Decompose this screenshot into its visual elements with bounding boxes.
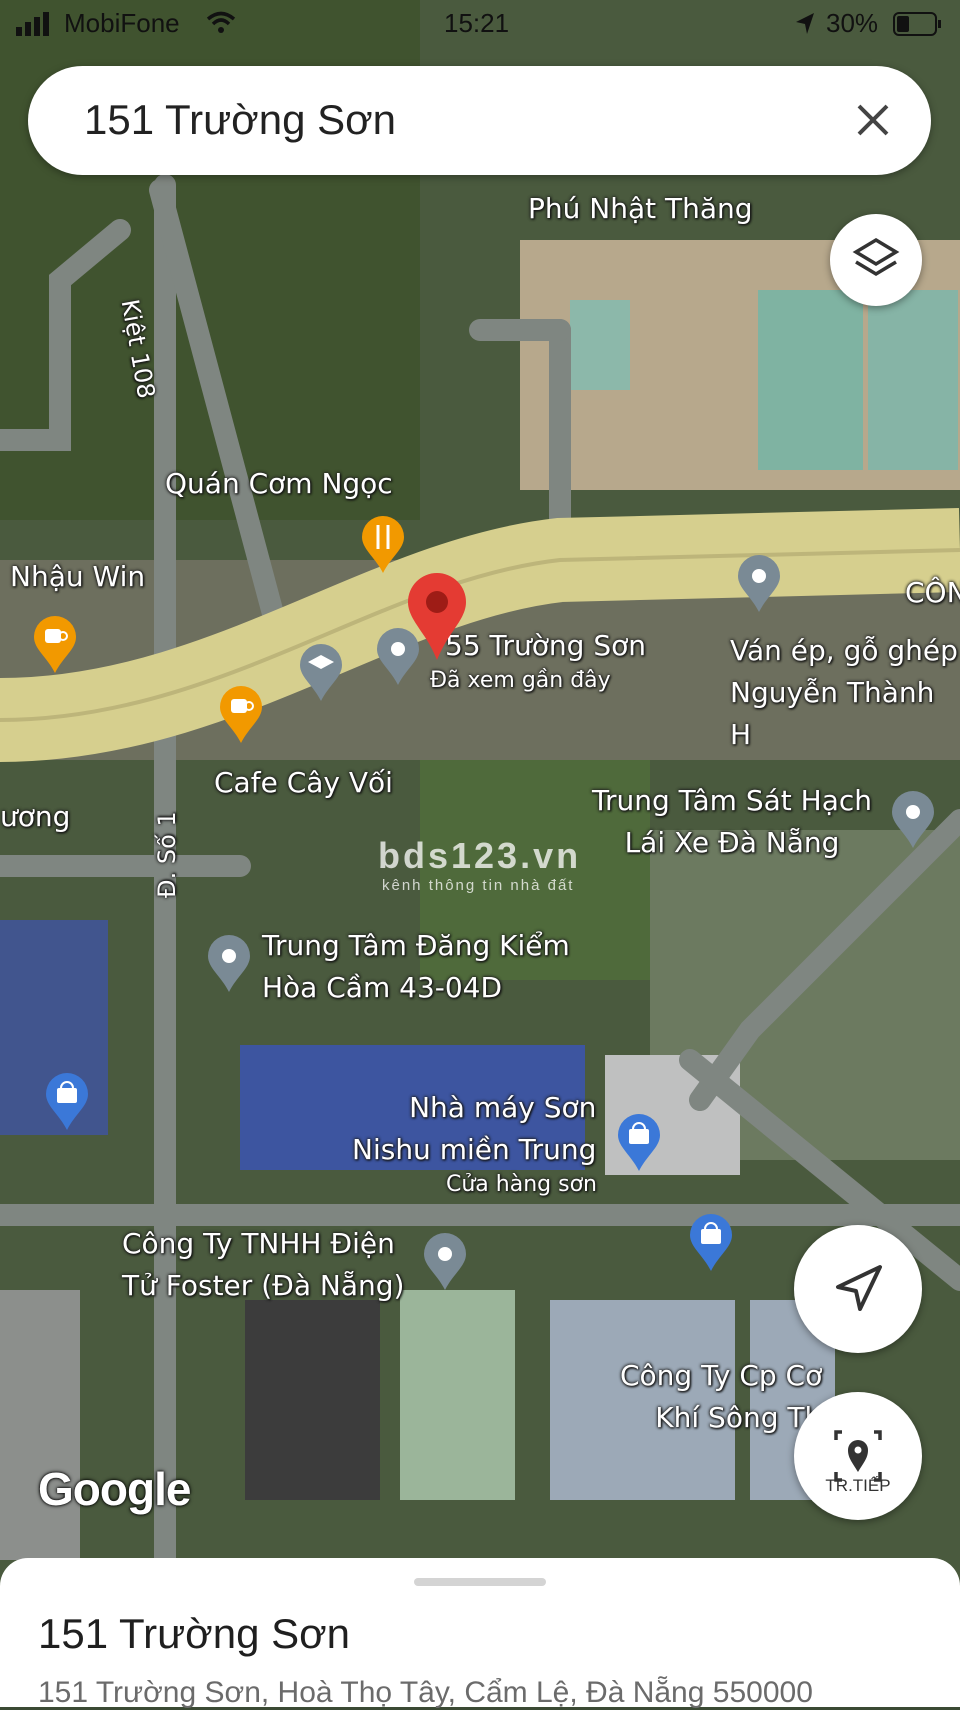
watermark: bds123.vn kênh thông tin nhà đất xyxy=(378,835,581,894)
place-address: 151 Trường Sơn, Hoà Thọ Tây, Cẩm Lệ, Đà … xyxy=(38,1676,813,1709)
tracking-button[interactable]: TR.TIẾP xyxy=(794,1392,922,1520)
battery-percent: 30% xyxy=(826,8,879,38)
label-foster[interactable]: Công Ty TNHH Điện Tử Foster (Đà Nẵng) xyxy=(122,1223,404,1307)
label-cafe-cay-voi[interactable]: Cafe Cây Vối xyxy=(214,762,393,804)
close-icon[interactable] xyxy=(845,92,901,148)
place-pin-icon[interactable] xyxy=(206,934,252,994)
watermark-title: bds123.vn xyxy=(378,835,582,876)
school-pin-icon[interactable] xyxy=(298,643,344,703)
carrier-name: MobiFone xyxy=(64,8,180,38)
signal-icon xyxy=(16,12,54,43)
shopping-pin-icon[interactable] xyxy=(616,1113,662,1173)
wifi-icon xyxy=(206,10,236,41)
status-bar: MobiFone 15:21 30% xyxy=(0,0,960,50)
shopping-pin-icon[interactable] xyxy=(688,1213,734,1273)
layers-button[interactable] xyxy=(830,214,922,306)
restaurant-pin-icon[interactable] xyxy=(360,515,406,575)
cafe-pin-icon[interactable] xyxy=(218,685,264,745)
place-pin-icon[interactable] xyxy=(736,554,782,614)
google-logo: Google xyxy=(38,1463,191,1515)
navigation-arrow-icon xyxy=(836,1265,882,1311)
label-cua-hang-son: Cửa hàng sơn xyxy=(446,1172,597,1197)
label-55-truong-son[interactable]: 55 Trường Sơn xyxy=(445,625,646,667)
shopping-pin-icon[interactable] xyxy=(44,1072,90,1132)
place-title: 151 Trường Sơn xyxy=(38,1610,351,1657)
label-recently-viewed: Đã xem gần đây xyxy=(430,668,611,693)
label-uong[interactable]: ương xyxy=(0,796,70,838)
label-van-ep[interactable]: Ván ép, gỗ ghép Nguyễn Thành H xyxy=(730,630,960,756)
label-nishu[interactable]: Nhà máy Sơn Nishu miền Trung xyxy=(352,1087,596,1171)
place-pin-icon[interactable] xyxy=(422,1232,468,1292)
label-con[interactable]: CÔN xyxy=(905,572,960,614)
place-pin-icon[interactable] xyxy=(890,790,936,850)
watermark-subtitle: kênh thông tin nhà đất xyxy=(382,877,575,894)
clock: 15:21 xyxy=(444,8,510,38)
location-arrow-icon xyxy=(794,12,816,43)
label-quan-com-ngoc[interactable]: Quán Cơm Ngọc xyxy=(165,463,393,505)
search-query[interactable]: 151 Trường Sơn xyxy=(84,96,396,144)
label-phu-nhat-thang[interactable]: Phú Nhật Thăng xyxy=(528,188,753,230)
search-bar[interactable]: 151 Trường Sơn xyxy=(28,66,931,175)
label-sat-hach[interactable]: Trung Tâm Sát Hạch Lái Xe Đà Nẵng xyxy=(592,780,872,864)
cafe-pin-icon[interactable] xyxy=(32,615,78,675)
battery-icon xyxy=(893,12,943,43)
place-bottom-sheet[interactable]: 151 Trường Sơn 151 Trường Sơn, Hoà Thọ T… xyxy=(0,1558,960,1709)
label-dang-kiem[interactable]: Trung Tâm Đăng Kiểm Hòa Cầm 43-04D xyxy=(262,925,570,1009)
label-nhau-win[interactable]: Nhậu Win xyxy=(10,556,145,598)
place-pin-icon[interactable] xyxy=(375,627,421,687)
navigate-button[interactable] xyxy=(794,1225,922,1353)
label-song-thu[interactable]: Công Ty Cp Cơ Khí Sông Th xyxy=(620,1355,822,1439)
tracking-label: TR.TIẾP xyxy=(825,1476,891,1495)
label-duong-so-1[interactable]: Đ. Số 1 xyxy=(146,811,188,898)
sheet-drag-handle[interactable] xyxy=(414,1578,546,1586)
location-target-icon xyxy=(834,1430,882,1482)
layers-icon xyxy=(852,237,900,277)
